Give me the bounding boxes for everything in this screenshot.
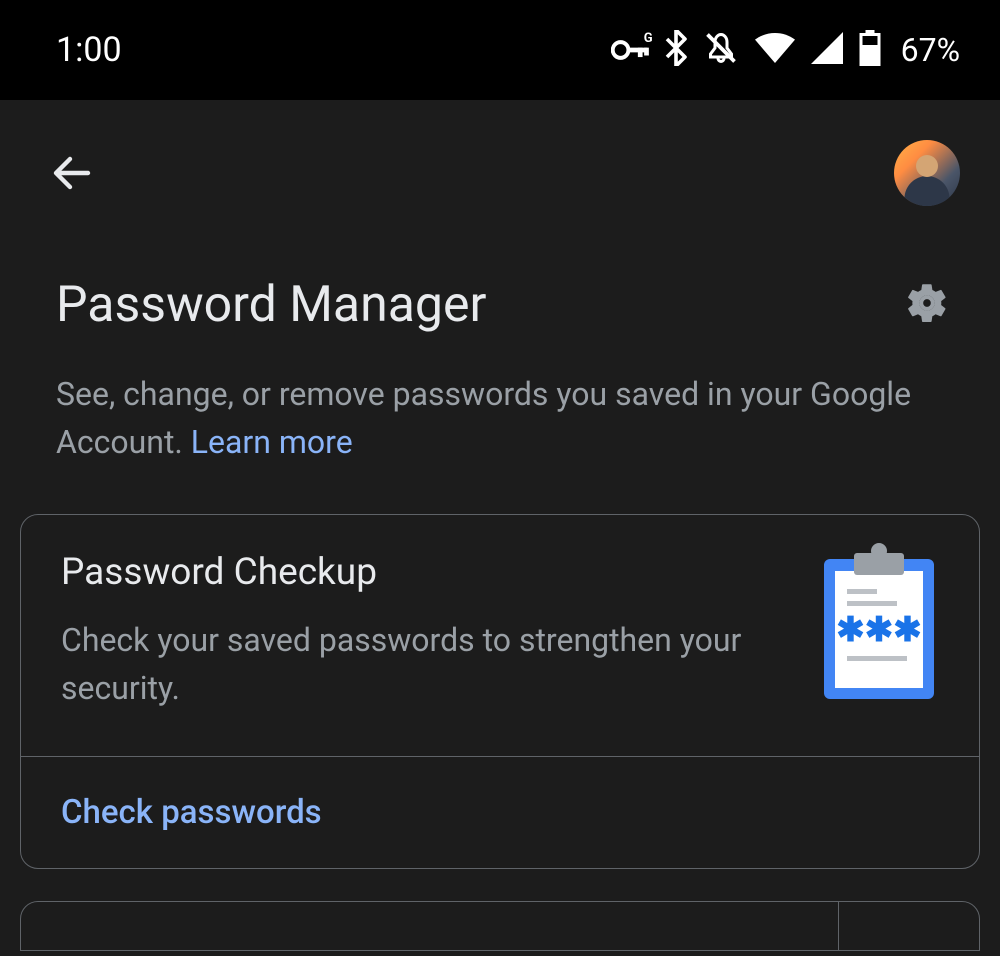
check-passwords-button[interactable]: Check passwords bbox=[21, 757, 979, 868]
vpn-key-icon: G bbox=[611, 39, 649, 61]
secondary-card-side[interactable] bbox=[839, 902, 979, 950]
status-icons: G bbox=[611, 30, 960, 70]
settings-button[interactable] bbox=[904, 280, 950, 330]
card-body: Password Checkup Check your saved passwo… bbox=[21, 515, 979, 757]
card-text: Password Checkup Check your saved passwo… bbox=[61, 551, 791, 712]
do-not-disturb-icon bbox=[703, 30, 739, 70]
secondary-card-main[interactable] bbox=[21, 902, 839, 950]
card-subtitle: Check your saved passwords to strengthen… bbox=[61, 616, 791, 712]
learn-more-link[interactable]: Learn more bbox=[191, 423, 353, 461]
profile-avatar[interactable] bbox=[894, 140, 960, 206]
page-title: Password Manager bbox=[56, 276, 486, 334]
back-arrow-icon bbox=[48, 149, 96, 197]
battery-icon bbox=[859, 30, 881, 70]
secondary-card[interactable] bbox=[20, 901, 980, 951]
signal-icon bbox=[811, 32, 843, 68]
wifi-icon bbox=[755, 32, 795, 68]
description-text: See, change, or remove passwords you sav… bbox=[56, 375, 911, 461]
card-title: Password Checkup bbox=[61, 551, 791, 594]
battery-percent: 67% bbox=[901, 31, 960, 69]
password-checkup-clipboard-icon: ✱✱✱ bbox=[819, 541, 939, 701]
status-bar: 1:00 G bbox=[0, 0, 1000, 100]
settings-gear-icon bbox=[904, 280, 950, 326]
back-button[interactable] bbox=[48, 149, 96, 197]
svg-text:✱✱✱: ✱✱✱ bbox=[836, 611, 921, 649]
page-description: See, change, or remove passwords you sav… bbox=[56, 370, 950, 466]
title-row: Password Manager bbox=[56, 276, 950, 334]
main-content: Password Manager See, change, or remove … bbox=[0, 226, 1000, 951]
bluetooth-icon bbox=[665, 30, 687, 70]
status-time: 1:00 bbox=[56, 30, 122, 70]
password-checkup-card: Password Checkup Check your saved passwo… bbox=[20, 514, 980, 869]
app-bar bbox=[0, 100, 1000, 226]
